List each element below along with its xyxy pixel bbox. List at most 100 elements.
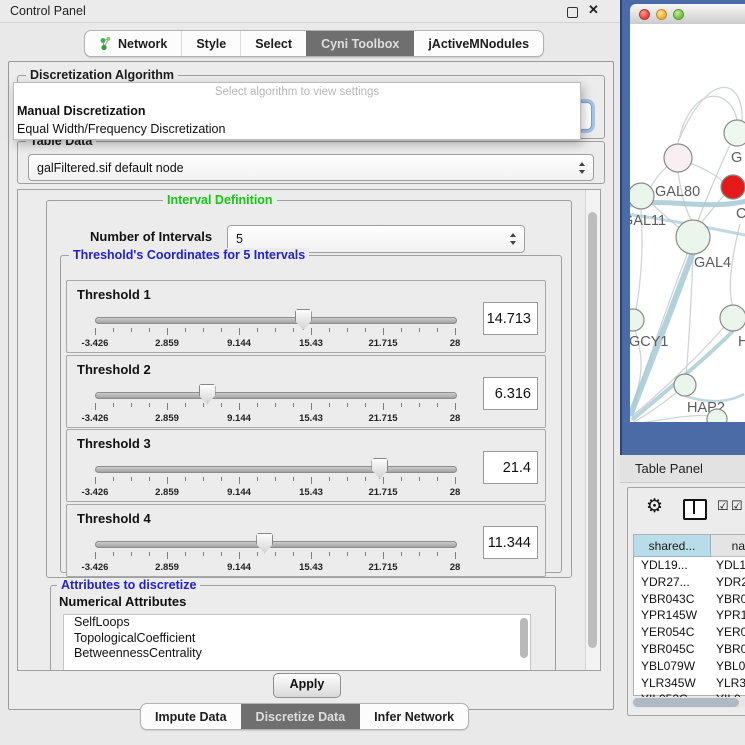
cell-shared-name[interactable]: YBR043C xyxy=(634,591,710,608)
network-node-gal4[interactable] xyxy=(676,220,710,254)
algorithm-option-equal-width-frequency-discretization[interactable]: Equal Width/Frequency Discretization xyxy=(14,120,580,138)
cell-name[interactable]: YDR2 xyxy=(710,574,745,591)
tab-style[interactable]: Style xyxy=(181,31,240,56)
network-node-gal80[interactable] xyxy=(664,144,692,172)
threshold-2-value-field[interactable]: 6.316 xyxy=(483,377,538,410)
minimize-traffic-light-icon[interactable] xyxy=(656,9,667,20)
tab-select[interactable]: Select xyxy=(240,31,306,56)
cell-shared-name[interactable]: YER054C xyxy=(634,624,710,641)
slider-tick-label: 9.144 xyxy=(227,487,251,498)
apply-button[interactable]: Apply xyxy=(273,673,341,698)
slider-thumb[interactable] xyxy=(199,384,216,405)
tab-impute-data[interactable]: Impute Data xyxy=(141,704,241,729)
table-row[interactable]: YDL19...YDL1 xyxy=(634,557,745,574)
column-header-name[interactable]: na xyxy=(711,535,745,557)
cell-shared-name[interactable]: YDR27... xyxy=(634,574,710,591)
checkbox-icon[interactable]: ☑ xyxy=(731,498,743,514)
table-row[interactable]: YPR145WYPR1 xyxy=(634,607,745,624)
tab-discretize-data[interactable]: Discretize Data xyxy=(241,704,360,729)
network-node-c[interactable] xyxy=(721,175,745,199)
tab-network[interactable]: Network xyxy=(85,31,181,56)
network-node-gal11[interactable] xyxy=(630,183,654,209)
table-row[interactable]: YER054CYER0 xyxy=(634,624,745,641)
table-horizontal-scrollbar-thumb[interactable] xyxy=(633,698,739,707)
threshold-4-slider[interactable]: -3.4262.8599.14415.4321.71528 xyxy=(95,539,455,573)
slider-tick xyxy=(167,328,168,335)
slider-tick xyxy=(149,477,150,481)
network-node-h[interactable] xyxy=(720,305,745,331)
slider-tick-label: 21.715 xyxy=(368,487,397,498)
network-node-gcy1[interactable] xyxy=(630,309,644,331)
cell-shared-name[interactable]: YLR345W xyxy=(634,675,710,692)
table-horizontal-scrollbar[interactable] xyxy=(632,697,745,708)
list-scrollbar[interactable] xyxy=(520,618,528,658)
close-icon[interactable]: ✕ xyxy=(588,2,599,18)
cell-name[interactable]: YBR0 xyxy=(710,641,745,658)
checkbox-icon[interactable]: ☑ xyxy=(717,498,729,514)
cell-name[interactable]: YDL1 xyxy=(710,557,745,574)
cell-shared-name[interactable]: YDL19... xyxy=(634,557,710,574)
table-row[interactable]: YLR345WYLR3 xyxy=(634,675,745,692)
slider-thumb[interactable] xyxy=(371,458,388,479)
threshold-1-slider[interactable]: -3.4262.8599.14415.4321.71528 xyxy=(95,315,455,349)
split-view-icon[interactable] xyxy=(683,499,707,520)
threshold-1-value-field[interactable]: 14.713 xyxy=(483,302,538,335)
float-window-icon[interactable] xyxy=(567,7,578,18)
slider-tick xyxy=(401,477,402,481)
close-traffic-light-icon[interactable] xyxy=(639,9,650,20)
attribute-item-betweennesscentrality[interactable]: BetweennessCentrality xyxy=(64,646,530,662)
slider-tick xyxy=(185,403,186,407)
slider-tick xyxy=(347,403,348,407)
cell-shared-name[interactable]: YPR145W xyxy=(634,607,710,624)
node-label: GCY1 xyxy=(630,334,669,350)
tab-cyni-toolbox[interactable]: Cyni Toolbox xyxy=(306,31,413,56)
slider-tick xyxy=(293,328,294,332)
number-of-intervals-value: 5 xyxy=(236,232,243,246)
cell-name[interactable]: YER0 xyxy=(710,624,745,641)
threshold-2-panel: Threshold 2-3.4262.8599.14415.4321.71528… xyxy=(66,355,546,428)
table-data-combobox[interactable]: galFiltered.sif default node xyxy=(28,154,594,181)
tab-infer-network[interactable]: Infer Network xyxy=(359,704,468,729)
threshold-4-value-field[interactable]: 11.344 xyxy=(483,526,538,559)
table-row[interactable]: YBR043CYBR0 xyxy=(634,591,745,608)
slider-thumb[interactable] xyxy=(256,533,273,554)
threshold-3-slider[interactable]: -3.4262.8599.14415.4321.71528 xyxy=(95,464,455,498)
slider-track[interactable] xyxy=(95,541,457,548)
table-row[interactable]: YDR27...YDR2 xyxy=(634,574,745,591)
network-canvas[interactable]: GAL80GCGAL11GAL4GCY1HHAP2 xyxy=(630,24,745,422)
slider-track[interactable] xyxy=(95,466,457,473)
slider-thumb[interactable] xyxy=(295,309,312,330)
vertical-scrollbar-thumb[interactable] xyxy=(588,212,597,648)
cell-name[interactable]: YBL0 xyxy=(710,658,745,675)
zoom-traffic-light-icon[interactable] xyxy=(673,9,684,20)
cell-name[interactable]: YPR1 xyxy=(710,607,745,624)
cell-name[interactable]: YBR0 xyxy=(710,591,745,608)
table-data-combobox-value: galFiltered.sif default node xyxy=(37,161,184,175)
network-window-titlebar[interactable] xyxy=(630,4,745,25)
settings-scrollpanel: Interval Definition Number of Intervals … xyxy=(17,189,601,671)
slider-track[interactable] xyxy=(95,392,457,399)
numerical-attributes-list[interactable]: SelfLoopsTopologicalCoefficientBetweenne… xyxy=(63,614,531,671)
column-header-shared-name[interactable]: shared... xyxy=(634,535,711,557)
slider-tick xyxy=(455,477,456,484)
network-node-hap2[interactable] xyxy=(674,374,696,396)
slider-tick xyxy=(437,477,438,481)
spinner-icon xyxy=(579,162,586,174)
cell-name[interactable]: YLR3 xyxy=(710,675,745,692)
attribute-item-topologicalcoefficient[interactable]: TopologicalCoefficient xyxy=(64,631,530,647)
cell-shared-name[interactable]: YBR045C xyxy=(634,641,710,658)
slider-tick xyxy=(329,552,330,556)
cell-shared-name[interactable]: YBL079W xyxy=(634,658,710,675)
threshold-3-value-field[interactable]: 21.4 xyxy=(483,451,538,484)
vertical-scrollbar[interactable] xyxy=(585,190,600,670)
table-row[interactable]: YBR045CYBR0 xyxy=(634,641,745,658)
network-node-g[interactable] xyxy=(724,120,745,146)
slider-tick xyxy=(455,328,456,335)
gear-icon[interactable]: ⚙ xyxy=(646,495,663,518)
algorithm-option-manual-discretization[interactable]: Manual Discretization xyxy=(14,102,580,120)
attribute-item-selfloops[interactable]: SelfLoops xyxy=(64,615,530,631)
slider-track[interactable] xyxy=(95,317,457,324)
table-row[interactable]: YBL079WYBL0 xyxy=(634,658,745,675)
tab-jactivemnodules[interactable]: jActiveMNodules xyxy=(413,31,543,56)
threshold-2-slider[interactable]: -3.4262.8599.14415.4321.71528 xyxy=(95,390,455,424)
